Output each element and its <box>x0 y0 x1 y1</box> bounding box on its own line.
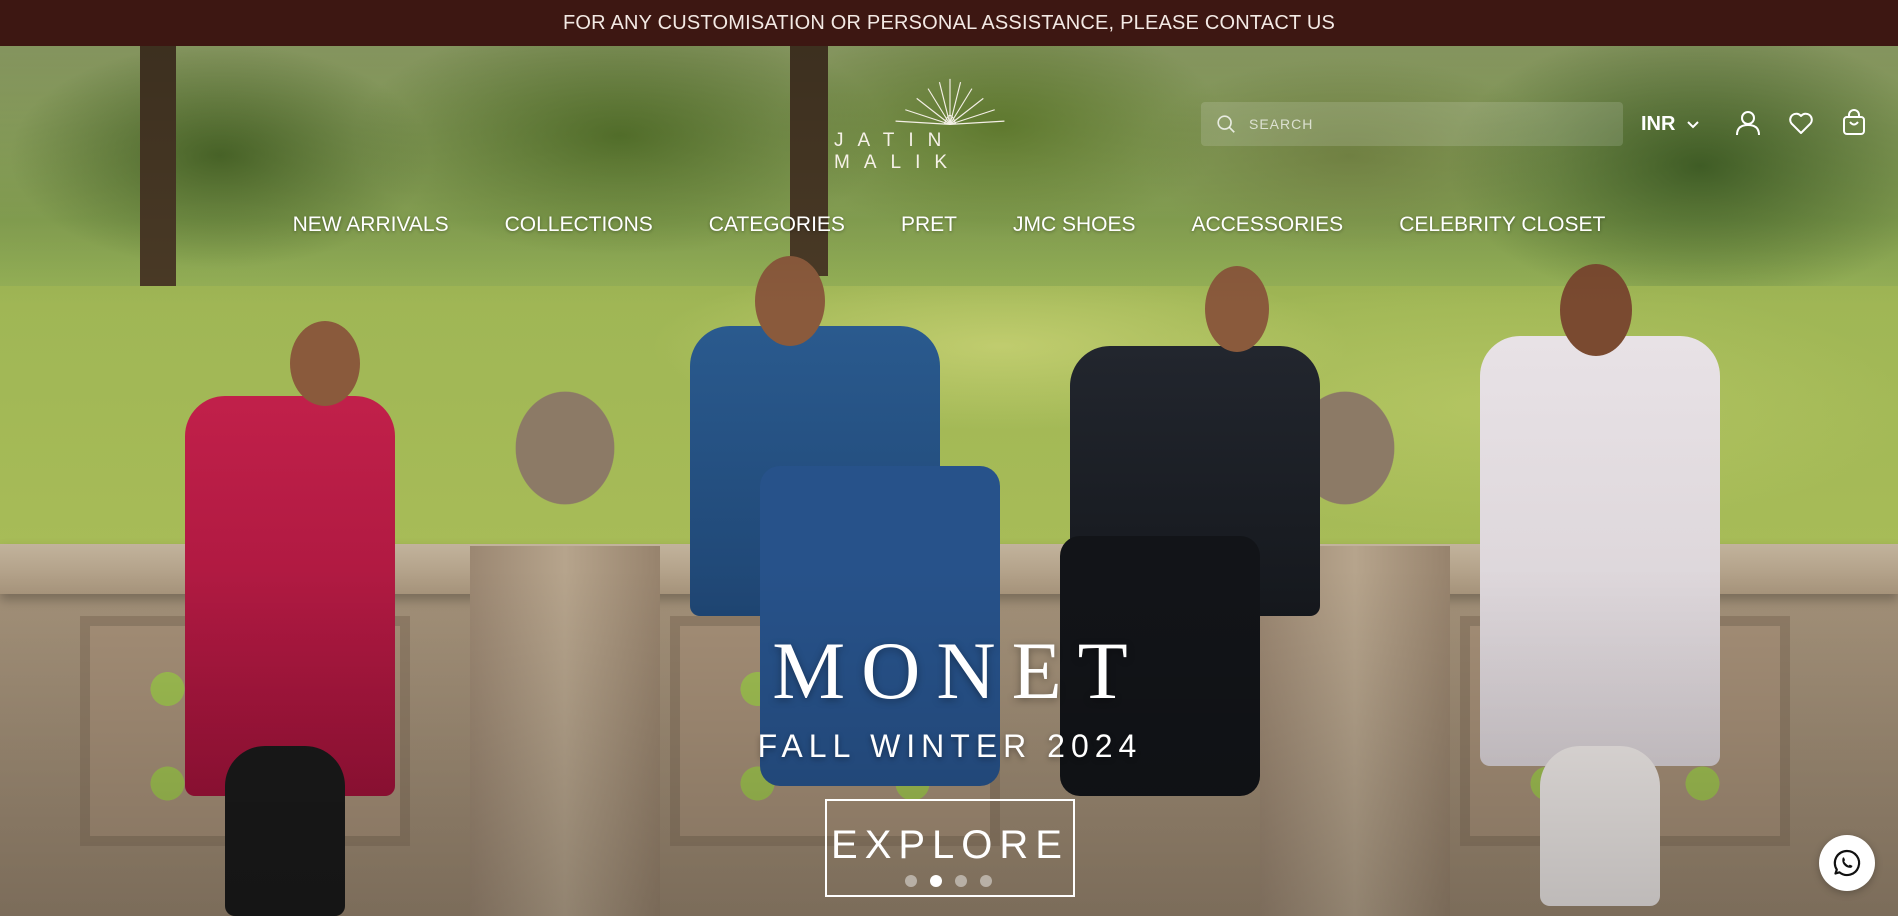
nav-item-categories[interactable]: CATEGORIES <box>681 208 873 242</box>
sunburst-logo-icon <box>895 78 1005 125</box>
carousel-dots <box>905 875 992 887</box>
search-input[interactable] <box>1249 116 1609 132</box>
search-icon[interactable] <box>1215 113 1237 135</box>
carousel-dot-4[interactable] <box>980 875 992 887</box>
brand-logo[interactable]: JATIN MALIK <box>820 74 1080 174</box>
user-icon[interactable] <box>1734 109 1762 137</box>
whatsapp-chat-button[interactable] <box>1819 835 1875 891</box>
hero-campaign: MONET FALL WINTER 2024 EXPLORE <box>650 630 1250 897</box>
carousel-dot-2[interactable] <box>930 875 942 887</box>
nav-item-collections[interactable]: COLLECTIONS <box>477 208 681 242</box>
account-button[interactable] <box>1733 108 1763 138</box>
nav-item-new-arrivals[interactable]: NEW ARRIVALS <box>265 208 477 242</box>
main-navigation: NEW ARRIVALS COLLECTIONS CATEGORIES PRET… <box>0 208 1898 242</box>
whatsapp-icon[interactable] <box>1831 847 1863 879</box>
search-bar[interactable] <box>1201 102 1623 146</box>
shopping-bag-icon[interactable] <box>1840 109 1868 137</box>
chevron-down-icon[interactable] <box>1685 116 1701 132</box>
nav-item-accessories[interactable]: ACCESSORIES <box>1163 208 1371 242</box>
hero-subtitle: FALL WINTER 2024 <box>757 728 1143 764</box>
cart-button[interactable] <box>1839 108 1869 138</box>
nav-item-jmc-shoes[interactable]: JMC SHOES <box>985 208 1164 242</box>
hero-title: MONET <box>772 625 1144 716</box>
nav-item-celebrity-closet[interactable]: CELEBRITY CLOSET <box>1371 208 1633 242</box>
announcement-text[interactable]: FOR ANY CUSTOMISATION OR PERSONAL ASSIST… <box>563 12 1335 35</box>
wishlist-button[interactable] <box>1786 108 1816 138</box>
carousel-dot-3[interactable] <box>955 875 967 887</box>
carousel-dot-1[interactable] <box>905 875 917 887</box>
currency-value[interactable]: INR <box>1641 113 1675 136</box>
heart-icon[interactable] <box>1787 109 1815 137</box>
nav-item-pret[interactable]: PRET <box>873 208 985 242</box>
announcement-bar[interactable]: FOR ANY CUSTOMISATION OR PERSONAL ASSIST… <box>0 0 1898 46</box>
brand-logo-text: JATIN MALIK <box>834 130 962 173</box>
currency-selector[interactable]: INR <box>1641 110 1701 138</box>
